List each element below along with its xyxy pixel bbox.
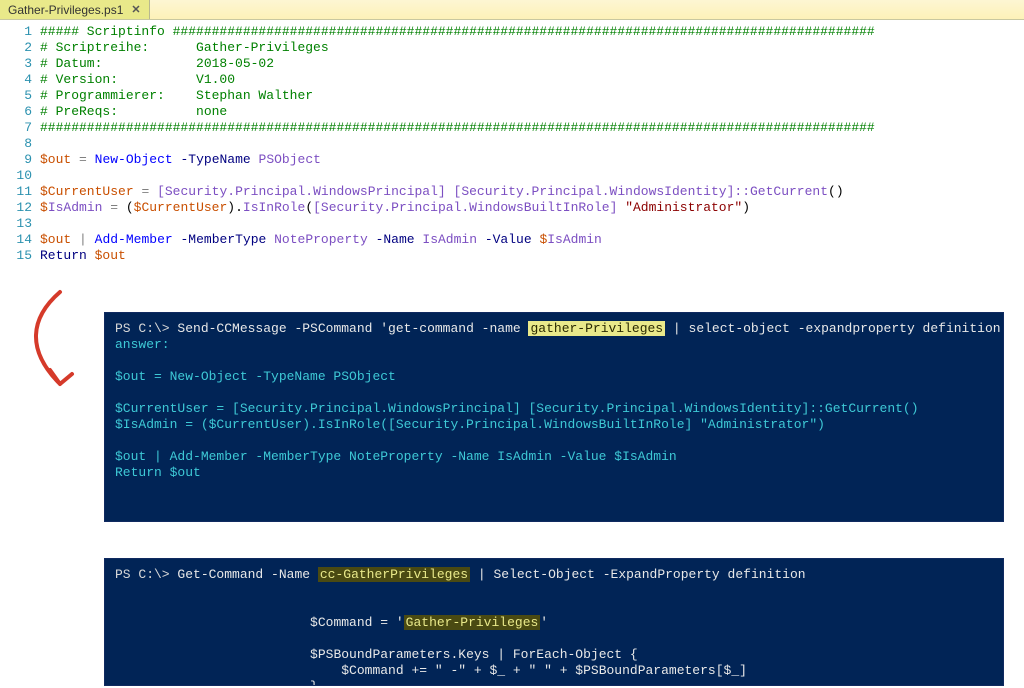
console1-body-line — [115, 353, 993, 369]
code-line: # Programmierer: Stephan Walther — [40, 88, 1024, 104]
console2-body-line: $Command = 'Gather-Privileges' — [115, 615, 993, 631]
console2-command-line: PS C:\> Get-Command -Name cc-GatherPrivi… — [115, 567, 993, 583]
line-number: 8 — [0, 136, 32, 152]
console1-body-line: $CurrentUser = [Security.Principal.Windo… — [115, 401, 993, 417]
console1-body-line: $IsAdmin = ($CurrentUser).IsInRole([Secu… — [115, 417, 993, 433]
code-line: # PreReqs: none — [40, 104, 1024, 120]
highlight-cc-gatherprivileges: cc-GatherPrivileges — [318, 567, 470, 582]
line-number: 9 — [0, 152, 32, 168]
code-editor[interactable]: 123456789101112131415 ##### Scriptinfo #… — [0, 20, 1024, 264]
console1-body-line — [115, 433, 993, 449]
file-tab-label: Gather-Privileges.ps1 — [6, 3, 125, 17]
console2-body-line: $Command += " -" + $_ + " " + $PSBoundPa… — [115, 663, 993, 679]
line-number: 6 — [0, 104, 32, 120]
code-line: # Scriptreihe: Gather-Privileges — [40, 40, 1024, 56]
console2-body-line: } — [115, 679, 993, 686]
console-panel-2[interactable]: PS C:\> Get-Command -Name cc-GatherPrivi… — [104, 558, 1004, 686]
line-number: 3 — [0, 56, 32, 72]
annotation-arrow-icon — [12, 288, 90, 408]
line-number-gutter: 123456789101112131415 — [0, 24, 40, 264]
code-line: $IsAdmin = ($CurrentUser).IsInRole([Secu… — [40, 200, 1024, 216]
console-panel-1[interactable]: PS C:\> Send-CCMessage -PSCommand 'get-c… — [104, 312, 1004, 522]
line-number: 11 — [0, 184, 32, 200]
code-line: ##### Scriptinfo #######################… — [40, 24, 1024, 40]
line-number: 2 — [0, 40, 32, 56]
code-line — [40, 216, 1024, 232]
code-line: ########################################… — [40, 120, 1024, 136]
line-number: 14 — [0, 232, 32, 248]
console1-body-line: $out | Add-Member -MemberType NoteProper… — [115, 449, 993, 465]
line-number: 1 — [0, 24, 32, 40]
tab-bar: Gather-Privileges.ps1 ✕ — [0, 0, 1024, 20]
code-line: Return $out — [40, 248, 1024, 264]
console1-command-line: PS C:\> Send-CCMessage -PSCommand 'get-c… — [115, 321, 993, 337]
line-number: 13 — [0, 216, 32, 232]
console1-answer-label: answer: — [115, 337, 993, 353]
line-number: 12 — [0, 200, 32, 216]
console1-body-line: Return $out — [115, 465, 993, 481]
code-line: # Datum: 2018-05-02 — [40, 56, 1024, 72]
line-number: 5 — [0, 88, 32, 104]
highlight-gather-privileges-2: Gather-Privileges — [404, 615, 541, 630]
code-line: $CurrentUser = [Security.Principal.Windo… — [40, 184, 1024, 200]
code-line: # Version: V1.00 — [40, 72, 1024, 88]
line-number: 4 — [0, 72, 32, 88]
console1-body-line: $out = New-Object -TypeName PSObject — [115, 369, 993, 385]
code-line — [40, 136, 1024, 152]
code-line: $out = New-Object -TypeName PSObject — [40, 152, 1024, 168]
console2-body-line: $PSBoundParameters.Keys | ForEach-Object… — [115, 647, 993, 663]
code-line — [40, 168, 1024, 184]
code-body[interactable]: ##### Scriptinfo #######################… — [40, 24, 1024, 264]
console1-body-line — [115, 385, 993, 401]
code-line: $out | Add-Member -MemberType NoteProper… — [40, 232, 1024, 248]
file-tab[interactable]: Gather-Privileges.ps1 ✕ — [0, 0, 150, 19]
line-number: 15 — [0, 248, 32, 264]
highlight-gather-privileges: gather-Privileges — [528, 321, 665, 336]
line-number: 7 — [0, 120, 32, 136]
console2-body-line — [115, 631, 993, 647]
close-icon[interactable]: ✕ — [129, 3, 142, 16]
line-number: 10 — [0, 168, 32, 184]
